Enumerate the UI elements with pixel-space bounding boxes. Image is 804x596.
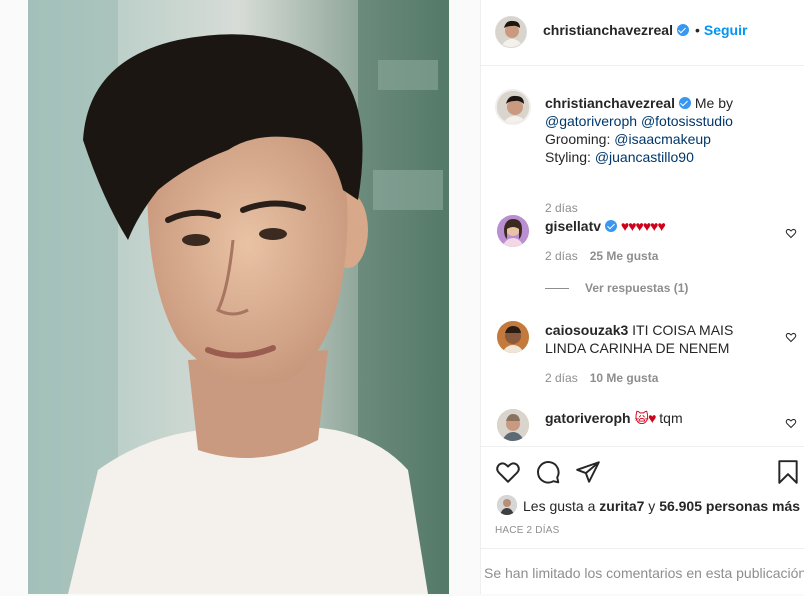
comment-likes[interactable]: 10 Me gusta [590, 371, 659, 385]
verified-icon [678, 97, 691, 109]
comment-body-line1: ITI COISA MAIS [632, 322, 734, 338]
likes-summary: Les gusta a zurita7 y 56.905 personas má… [523, 498, 800, 514]
styling-label: Styling: [545, 149, 591, 165]
bookmark-icon[interactable] [775, 459, 801, 485]
caption-author[interactable]: christianchavezreal [545, 95, 675, 111]
view-replies[interactable]: Ver respuestas (1) [545, 281, 688, 295]
likes-user[interactable]: zurita7 [599, 498, 644, 514]
comment-item: gisellatv ♥♥♥♥♥♥ 2 días 25 Me gusta Ver r… [497, 213, 804, 295]
post-photo[interactable] [28, 0, 449, 594]
share-icon[interactable] [575, 459, 601, 485]
author-username[interactable]: christianchavezreal [543, 22, 673, 38]
comment-item: caiosouzak3 ITI COISA MAIS LINDA CARINHA… [497, 319, 804, 389]
follow-button[interactable]: Seguir [704, 22, 748, 38]
likes-count[interactable]: 56.905 personas más [659, 498, 800, 514]
caption-text-1: Me by [694, 95, 733, 111]
comment-body: ♥♥♥♥♥♥ [620, 218, 666, 234]
like-comment-heart-icon[interactable] [785, 331, 797, 343]
comment-body-line2: LINDA CARINHA DE NENEM [545, 340, 730, 356]
mention-fotosisstudio[interactable]: @fotosisstudio [641, 113, 733, 129]
comment-body: tqm [659, 410, 683, 426]
comment-text: caiosouzak3 ITI COISA MAIS LINDA CARINHA… [545, 321, 777, 357]
comment-time[interactable]: 2 días [545, 249, 578, 263]
author-avatar[interactable] [495, 16, 527, 48]
comments-limited-notice: Se han limitado los comentarios en esta … [481, 548, 804, 594]
comment-icon[interactable] [535, 459, 561, 485]
comment-meta: 2 días 10 Me gusta [545, 371, 658, 385]
comment-emoji: 🙀♥ [634, 410, 656, 426]
grooming-label: Grooming: [545, 131, 611, 147]
caption-text: christianchavezreal Me by @gatoriveroph … [545, 94, 804, 166]
like-comment-heart-icon[interactable] [785, 227, 797, 239]
comment-text: gisellatv ♥♥♥♥♥♥ [545, 217, 769, 235]
comment-item: gatoriveroph 🙀♥ tqm [497, 407, 804, 445]
replies-line [545, 288, 569, 290]
likes-prefix: Les gusta a [523, 498, 596, 514]
comment-author[interactable]: caiosouzak3 [545, 322, 628, 338]
posted-ago[interactable]: HACE 2 DÍAS [495, 525, 559, 536]
like-comment-heart-icon[interactable] [785, 417, 797, 429]
caption: christianchavezreal Me by @gatoriveroph … [495, 89, 797, 215]
comment-meta: 2 días 25 Me gusta [545, 249, 658, 263]
likes-connector: y [648, 498, 656, 514]
mention-gatoriveroph[interactable]: @gatoriveroph [545, 113, 637, 129]
comments-list[interactable]: christianchavezreal Me by @gatoriveroph … [481, 67, 804, 445]
caption-avatar[interactable] [495, 89, 531, 125]
post-image [28, 0, 449, 594]
mention-isaacmakeup[interactable]: @isaacmakeup [614, 131, 711, 147]
verified-icon [676, 24, 689, 36]
mention-juancastillo90[interactable]: @juancastillo90 [595, 149, 694, 165]
verified-icon [605, 220, 618, 232]
comment-likes[interactable]: 25 Me gusta [590, 249, 659, 263]
commenter-avatar[interactable] [497, 321, 529, 353]
commenter-avatar[interactable] [497, 409, 529, 441]
comment-author[interactable]: gisellatv [545, 218, 601, 234]
comment-time[interactable]: 2 días [545, 371, 578, 385]
heart-icon[interactable] [495, 459, 521, 485]
comment-text: gatoriveroph 🙀♥ tqm [545, 409, 769, 427]
view-replies-label[interactable]: Ver respuestas (1) [585, 281, 688, 295]
commenter-avatar[interactable] [497, 215, 529, 247]
comment-author[interactable]: gatoriveroph [545, 410, 631, 426]
liker-avatar[interactable] [497, 495, 517, 515]
post-header: christianchavezreal • Seguir [481, 0, 804, 66]
post-sidebar: christianchavezreal • Seguir christianchav… [480, 0, 804, 594]
separator-dot: • [694, 22, 700, 38]
